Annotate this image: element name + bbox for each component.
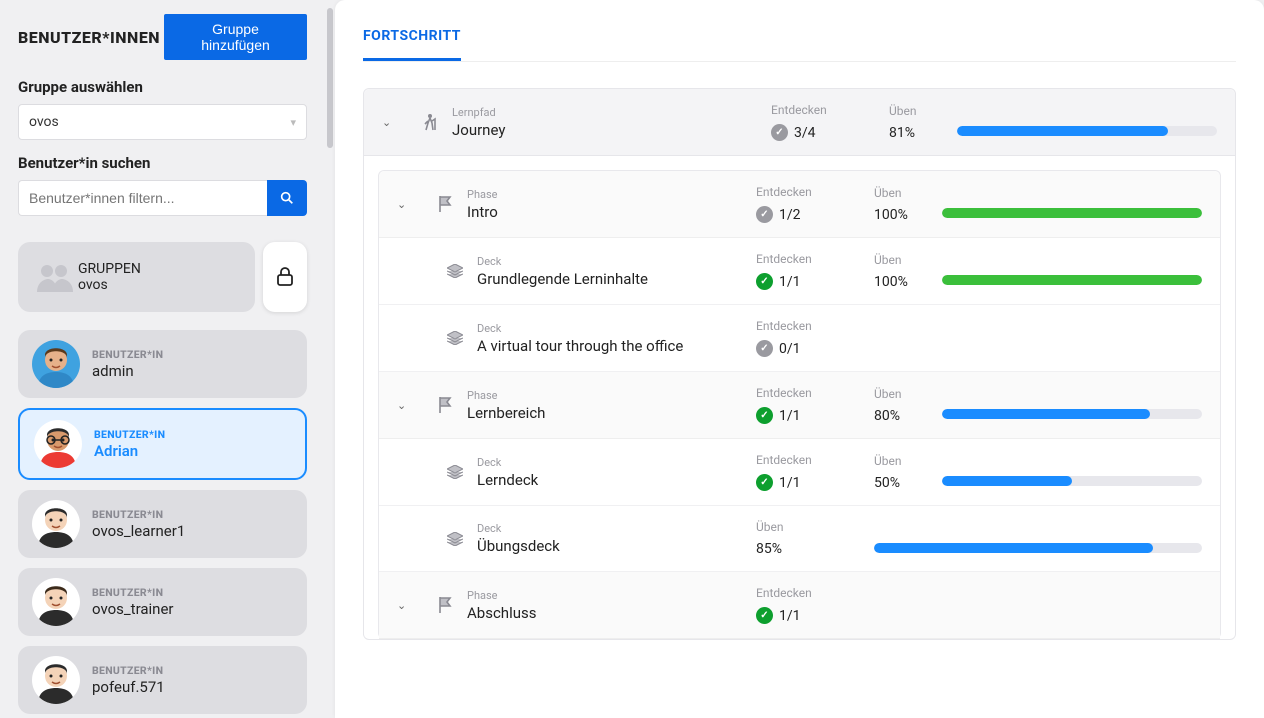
deck-title: Lerndeck — [477, 471, 748, 489]
user-card[interactable]: BENUTZER*IN ovos_trainer — [18, 568, 307, 636]
phases-container: ⌄ PhaseIntro Entdecken✓1/2 Üben100% Deck… — [378, 170, 1221, 639]
deck-row[interactable]: DeckA virtual tour through the office En… — [379, 305, 1220, 372]
check-icon: ✓ — [756, 407, 773, 424]
sidebar-scrollbar[interactable] — [325, 0, 335, 718]
phase-row[interactable]: ⌄ PhaseLernbereich Entdecken✓1/1 Üben80% — [379, 372, 1220, 439]
search-button[interactable] — [267, 180, 307, 216]
search-label: Benutzer*in suchen — [18, 154, 307, 172]
avatar — [32, 340, 80, 388]
deck-title: A virtual tour through the office — [477, 337, 748, 355]
check-icon: ✓ — [756, 206, 773, 223]
progress-bar — [942, 476, 1202, 486]
journey-practice: 81% — [889, 125, 949, 141]
phase-row[interactable]: ⌄ PhaseAbschluss Entdecken✓1/1 — [379, 572, 1220, 639]
deck-title: Übungsdeck — [477, 537, 748, 555]
caret-icon[interactable]: ⌄ — [397, 399, 423, 412]
user-card[interactable]: BENUTZER*IN Adrian — [18, 408, 307, 480]
deck-row[interactable]: DeckÜbungsdeck Üben85% — [379, 506, 1220, 572]
user-card[interactable]: BENUTZER*IN ovos_learner1 — [18, 490, 307, 558]
journey-kind: Lernpfad — [452, 106, 763, 119]
chevron-down-icon: ▾ — [290, 116, 296, 129]
phase-title: Intro — [467, 203, 748, 221]
group-select[interactable]: ovos ▾ — [18, 104, 307, 140]
hiker-icon — [416, 113, 444, 131]
group-card[interactable]: GRUPPEN ovos — [18, 242, 307, 312]
user-name: admin — [92, 362, 163, 380]
user-type-label: BENUTZER*IN — [92, 664, 165, 677]
layers-icon — [441, 532, 469, 546]
avatar — [32, 500, 80, 548]
group-icon — [32, 254, 78, 300]
avatar — [34, 420, 82, 468]
avatar — [32, 656, 80, 704]
tab-progress[interactable]: FORTSCHRITT — [363, 28, 461, 61]
user-card[interactable]: BENUTZER*IN pofeuf.571 — [18, 646, 307, 714]
user-type-label: BENUTZER*IN — [94, 428, 165, 441]
deck-title: Grundlegende Lerninhalte — [477, 270, 748, 288]
user-name: pofeuf.571 — [92, 678, 165, 696]
journey-row[interactable]: ⌄ Lernpfad Journey Entdecken ✓ 3/4 Üben 8… — [364, 89, 1235, 156]
progress-tree: ⌄ Lernpfad Journey Entdecken ✓ 3/4 Üben 8… — [363, 88, 1236, 640]
flag-icon — [431, 196, 459, 212]
caret-icon[interactable]: ⌄ — [382, 116, 408, 129]
progress-bar — [942, 275, 1202, 285]
journey-progress-bar — [957, 126, 1217, 136]
sidebar-title: BENUTZER*INNEN — [18, 28, 160, 47]
layers-icon — [441, 264, 469, 278]
phase-title: Abschluss — [467, 604, 748, 622]
user-type-label: BENUTZER*IN — [92, 348, 163, 361]
group-card-name: ovos — [78, 277, 141, 293]
journey-title: Journey — [452, 121, 763, 139]
deck-row[interactable]: DeckGrundlegende Lerninhalte Entdecken✓1… — [379, 238, 1220, 305]
group-lock-button[interactable] — [263, 242, 307, 312]
progress-bar — [942, 409, 1202, 419]
user-name: Adrian — [94, 442, 165, 460]
caret-icon[interactable]: ⌄ — [397, 198, 423, 211]
layers-icon — [441, 331, 469, 345]
check-icon: ✓ — [771, 124, 788, 141]
group-card-type: GRUPPEN — [78, 261, 141, 277]
lock-icon — [276, 267, 294, 287]
practice-label: Üben — [889, 104, 949, 118]
user-card[interactable]: BENUTZER*IN admin — [18, 330, 307, 398]
progress-bar — [874, 543, 1202, 553]
caret-icon[interactable]: ⌄ — [397, 599, 423, 612]
group-select-label: Gruppe auswählen — [18, 78, 307, 96]
user-name: ovos_learner1 — [92, 522, 185, 540]
check-icon: ✓ — [756, 340, 773, 357]
flag-icon — [431, 597, 459, 613]
user-list: BENUTZER*IN admin BENUTZER*IN Adrian BEN… — [18, 330, 307, 714]
flag-icon — [431, 397, 459, 413]
user-name: ovos_trainer — [92, 600, 174, 618]
phase-row[interactable]: ⌄ PhaseIntro Entdecken✓1/2 Üben100% — [379, 171, 1220, 238]
sidebar: BENUTZER*INNEN Gruppe hinzufügen Gruppe … — [0, 0, 325, 718]
layers-icon — [441, 465, 469, 479]
tab-row: FORTSCHRITT — [363, 28, 1236, 62]
phase-title: Lernbereich — [467, 404, 748, 422]
deck-row[interactable]: DeckLerndeck Entdecken✓1/1Üben50% — [379, 439, 1220, 506]
search-icon — [279, 190, 295, 206]
check-icon: ✓ — [756, 474, 773, 491]
user-type-label: BENUTZER*IN — [92, 508, 185, 521]
scrollbar-thumb[interactable] — [327, 8, 333, 148]
user-type-label: BENUTZER*IN — [92, 586, 174, 599]
group-select-value: ovos — [29, 114, 59, 130]
main-panel: FORTSCHRITT ⌄ Lernpfad Journey Entdecken… — [335, 0, 1264, 718]
progress-bar — [942, 208, 1202, 218]
journey-discover: 3/4 — [794, 125, 816, 141]
avatar — [32, 578, 80, 626]
add-group-button[interactable]: Gruppe hinzufügen — [164, 14, 307, 60]
check-icon: ✓ — [756, 607, 773, 624]
search-input[interactable] — [18, 180, 267, 216]
discover-label: Entdecken — [771, 103, 881, 117]
check-icon: ✓ — [756, 273, 773, 290]
